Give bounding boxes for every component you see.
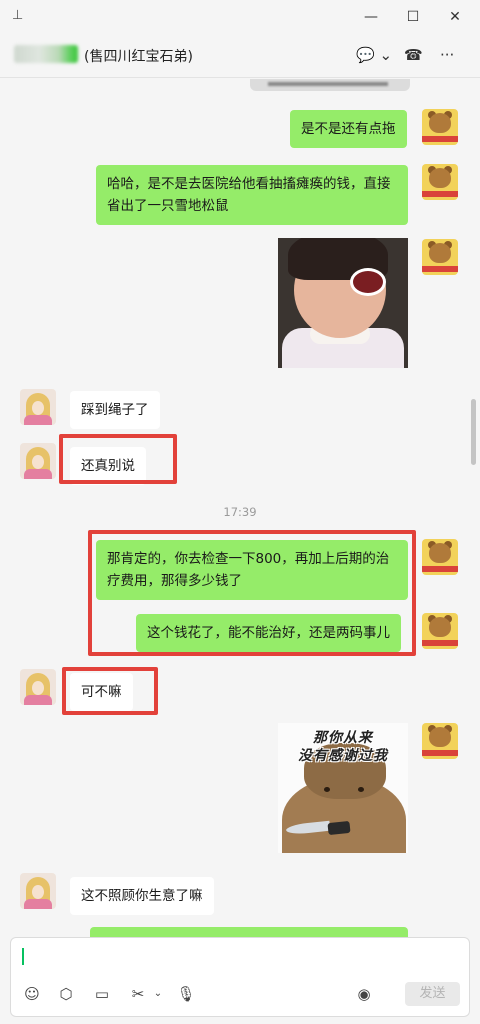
message-bubble-other[interactable]: 这不照顾你生意了嘛 [70,877,214,915]
contact-avatar[interactable] [20,443,56,479]
send-button[interactable]: 发送 [405,982,460,1006]
message-list[interactable]: 是不是还有点拖 哈哈，是不是去医院给他看抽搐瘫痪的钱，直接省出了一只雪地松鼠 踩… [0,79,480,929]
voice-input-icon[interactable]: ◉ [353,983,375,1005]
text-caret [22,948,24,965]
my-avatar[interactable] [422,164,458,200]
laughing-girl-sticker[interactable] [278,238,408,368]
chat-header: (售四川红宝石弟) 💬 ⌄ ☎ ··· [0,34,480,78]
highlight-box [62,667,158,715]
sticker-cube-icon[interactable]: ⬡ [55,983,77,1005]
scissors-icon[interactable]: ✂ [127,983,149,1005]
minimize-button[interactable]: — [360,6,382,28]
highlight-box [59,434,177,484]
sticker-caption-line1: 那你从来 [313,730,373,746]
my-avatar[interactable] [422,723,458,759]
folder-icon[interactable]: ▭ [91,983,113,1005]
message-bubble-other[interactable]: 踩到绳子了 [70,391,160,429]
my-avatar[interactable] [422,613,458,649]
call-icon[interactable]: ☎ [404,44,423,66]
redacted-preview [250,79,410,91]
contact-avatar[interactable] [20,669,56,705]
emoji-icon[interactable]: ☺ [21,983,43,1005]
close-button[interactable]: ✕ [444,6,466,28]
redacted-contact-name [14,45,78,63]
message-bubble-me-partial[interactable] [90,927,408,937]
my-avatar[interactable] [422,239,458,275]
message-bubble-me[interactable]: 哈哈，是不是去医院给他看抽搐瘫痪的钱，直接省出了一只雪地松鼠 [96,165,408,225]
chat-info-icon[interactable]: 💬 ⌄ [356,44,392,66]
contact-avatar[interactable] [20,389,56,425]
highlight-box [88,530,416,656]
microphone-icon[interactable]: 🎙 [175,983,197,1005]
message-bubble-me[interactable]: 是不是还有点拖 [290,110,407,148]
contact-avatar[interactable] [20,873,56,909]
sticker-caption-line2: 没有感谢过我 [298,748,388,764]
timestamp: 17:39 [223,505,257,519]
my-avatar[interactable] [422,539,458,575]
message-composer[interactable]: ☺ ⬡ ▭ ✂ ⌄ 🎙 ◉ 发送 [10,937,470,1017]
maximize-button[interactable]: ☐ [402,6,424,28]
more-icon[interactable]: ··· [440,44,454,66]
scrollbar[interactable] [471,399,476,465]
my-avatar[interactable] [422,109,458,145]
capybara-knife-sticker[interactable]: 那你从来 没有感谢过我 [278,723,408,853]
window-titlebar: ⊥ — ☐ ✕ [0,0,480,34]
pin-icon[interactable]: ⊥ [12,8,28,26]
chat-title: (售四川红宝石弟) [84,49,193,65]
chevron-down-icon[interactable]: ⌄ [147,983,169,1005]
